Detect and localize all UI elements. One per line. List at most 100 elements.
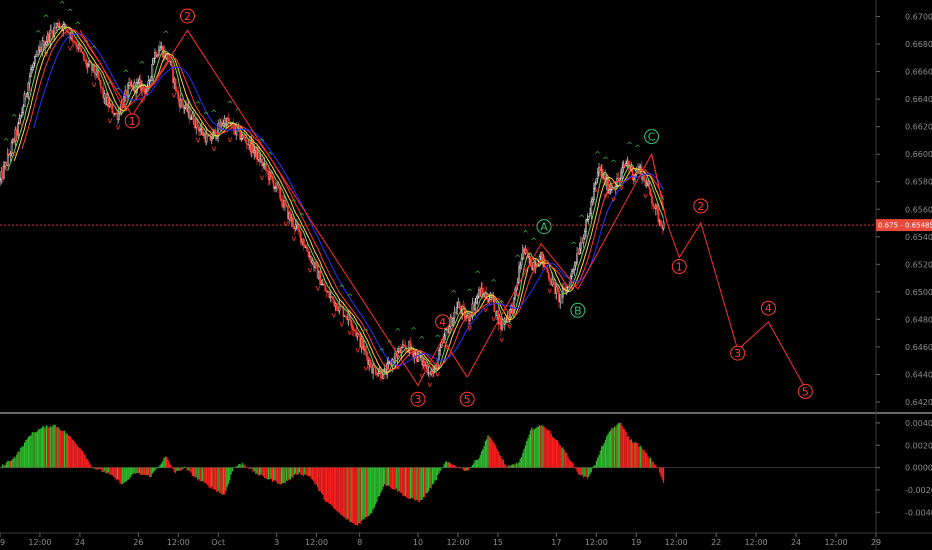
histogram-bar <box>47 425 49 468</box>
down-fractal-marker: v <box>595 186 600 195</box>
histogram-bar <box>168 461 170 468</box>
histogram-bar <box>393 467 395 490</box>
wave-label-text: B <box>574 304 582 317</box>
candle-body <box>337 310 340 312</box>
histogram-bar <box>397 467 399 492</box>
histogram-bar <box>402 467 404 496</box>
histogram-bar <box>367 467 369 517</box>
histogram-bar <box>412 467 414 499</box>
candle-body <box>12 138 14 143</box>
wave-label-4: 4 <box>435 314 451 330</box>
candle-body <box>303 244 306 248</box>
candle-body <box>17 123 19 136</box>
histogram-bar <box>491 440 493 468</box>
candle-body <box>35 54 37 57</box>
y-tick-label: 0.65600 <box>905 205 932 214</box>
candle-body <box>266 170 269 172</box>
histogram-bar <box>504 464 506 468</box>
histogram-bar <box>479 455 481 468</box>
candle-body <box>311 260 314 264</box>
histogram-bar <box>471 464 474 468</box>
histogram-bar <box>23 442 26 468</box>
candle-body <box>277 186 280 189</box>
candle-body <box>110 103 112 105</box>
candle-body <box>126 85 129 98</box>
candle-body <box>639 166 642 168</box>
candle-body <box>574 262 577 267</box>
candle-body <box>585 219 587 232</box>
histogram-bar <box>245 467 248 468</box>
candle-body <box>169 61 172 63</box>
histogram-bar <box>616 424 618 468</box>
histogram-bar <box>266 467 268 480</box>
candle-body <box>598 167 600 174</box>
wave-label-text: 2 <box>697 200 704 213</box>
candle-body <box>571 270 573 277</box>
candle-body <box>107 97 110 107</box>
candle-body <box>444 329 447 337</box>
histogram-bar <box>314 467 316 485</box>
candle-body <box>15 129 18 136</box>
down-fractal-marker: v <box>395 363 400 372</box>
wave-label-3: 3 <box>410 391 426 407</box>
osc-y-tick-label: -0.0020 <box>905 486 932 495</box>
down-fractal-marker: v <box>355 345 360 354</box>
histogram-bar <box>372 467 374 510</box>
histogram-bar <box>207 467 209 486</box>
down-fractal-marker: v <box>363 363 368 372</box>
candle-body <box>586 219 589 221</box>
candle-body <box>252 141 254 154</box>
histogram-bar <box>282 467 284 484</box>
candle-body <box>210 138 213 141</box>
histogram-bar <box>659 467 661 473</box>
candle-body <box>37 49 40 56</box>
histogram-bar <box>582 467 585 478</box>
histogram-bar <box>8 460 10 468</box>
up-fractal-marker: ^ <box>227 99 234 108</box>
histogram-bar <box>39 428 41 468</box>
histogram-bar <box>278 467 280 484</box>
histogram-bar <box>449 463 452 468</box>
histogram-bar <box>45 425 48 468</box>
histogram-bar <box>644 452 647 468</box>
y-tick-label: 0.65200 <box>905 260 932 269</box>
y-tick-label: 0.64600 <box>905 343 932 352</box>
candle-body <box>321 283 324 285</box>
histogram-bar <box>492 441 494 468</box>
histogram-bar <box>84 454 86 468</box>
histogram-bar <box>114 467 116 479</box>
histogram-bar <box>70 436 72 468</box>
candle-body <box>84 59 87 62</box>
histogram-bar <box>181 467 183 470</box>
histogram-bar <box>199 467 201 482</box>
up-fractal-marker: ^ <box>634 144 641 153</box>
price-chart[interactable]: ^^vvv^^v^^v^^^v ^v^v^v^v^v^v^ ^v^v^^v^v^v^… <box>0 0 932 550</box>
histogram-bar <box>630 439 632 468</box>
histogram-bar <box>164 456 166 468</box>
up-fractal-marker: ^ <box>338 283 345 292</box>
histogram-bar <box>594 465 596 468</box>
histogram-bar <box>18 451 20 468</box>
y-tick-label: 0.64200 <box>905 398 932 407</box>
candle-body <box>532 262 535 271</box>
histogram-bar <box>510 465 512 468</box>
histogram-bar <box>647 456 649 468</box>
wave-label-text: A <box>540 221 548 234</box>
histogram-bar <box>514 464 516 468</box>
candle-body <box>9 153 12 156</box>
candle-body <box>32 62 35 68</box>
histogram-bar <box>35 432 37 468</box>
candle-body <box>475 297 478 303</box>
candle-body <box>98 77 101 81</box>
histogram-bar <box>198 467 200 480</box>
candle-body <box>1 171 4 179</box>
histogram-bar <box>608 431 610 468</box>
histogram-bar <box>20 447 22 468</box>
candle-body <box>377 372 380 376</box>
candle-body <box>267 170 270 180</box>
wave-label-b: B <box>570 302 586 318</box>
histogram-bar <box>12 458 14 468</box>
histogram-bar <box>3 465 5 468</box>
histogram-bar <box>639 445 641 468</box>
candle-body <box>438 350 440 361</box>
